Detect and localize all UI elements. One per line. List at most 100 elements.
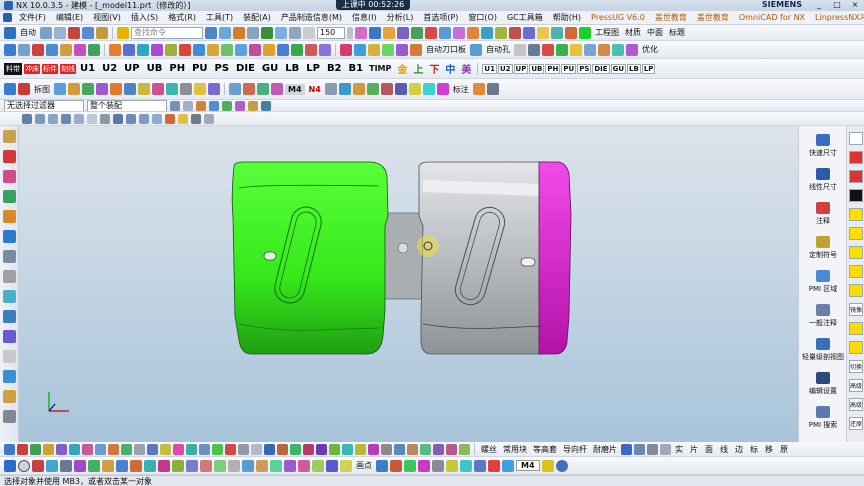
unite-icon[interactable] — [509, 26, 521, 39]
trimetric-icon[interactable] — [113, 113, 123, 124]
trim-tool-icon[interactable] — [69, 443, 80, 455]
selection-mode-0[interactable]: 实 — [673, 444, 685, 455]
undo-icon[interactable] — [40, 26, 52, 39]
centerline-icon[interactable] — [270, 459, 282, 472]
pmi-item-7[interactable]: 编辑设置 — [799, 372, 847, 396]
dropdown-icon[interactable] — [347, 26, 353, 39]
split-icon[interactable] — [18, 83, 30, 95]
array-icon[interactable] — [326, 459, 338, 472]
snap-endpoint-icon[interactable] — [196, 100, 206, 111]
die-set-icon[interactable] — [264, 443, 275, 455]
plate-code-button-3[interactable]: UB — [145, 63, 165, 74]
balloon-icon[interactable] — [194, 83, 206, 95]
pmi-item-5[interactable]: 一般注释 — [799, 304, 847, 328]
revolve-icon[interactable] — [383, 26, 395, 39]
loft-icon[interactable] — [277, 43, 289, 56]
grid-view-icon[interactable] — [621, 443, 632, 455]
pmi-item-8[interactable]: PMI 搜索 — [799, 406, 847, 430]
selection-mode-1[interactable]: 片 — [688, 444, 700, 455]
green-part-body[interactable] — [231, 161, 389, 355]
die-icon[interactable] — [354, 43, 366, 56]
assembly-icon[interactable] — [4, 83, 16, 95]
reuse-library-icon[interactable] — [3, 190, 16, 203]
warning-triangle-icon[interactable] — [541, 459, 554, 472]
arc-draw-icon[interactable] — [46, 459, 58, 472]
gear-icon[interactable] — [528, 43, 540, 56]
scale-tool-icon[interactable] — [108, 443, 119, 455]
view-icon[interactable] — [54, 83, 66, 95]
optimize-button[interactable]: 优化 — [640, 44, 660, 55]
selection-mode-7[interactable]: 原 — [778, 444, 790, 455]
filter-icon[interactable] — [219, 26, 231, 39]
select-icon[interactable] — [205, 26, 217, 39]
plate-icon[interactable] — [396, 43, 408, 56]
stripper-plate-icon[interactable] — [433, 443, 444, 455]
trim-draw-icon[interactable] — [158, 459, 170, 472]
engineering-drawing-button[interactable]: 工程图 — [593, 27, 621, 38]
rotate-tool-icon[interactable] — [121, 443, 132, 455]
spline-tool-icon[interactable] — [17, 443, 28, 455]
die-quick-button-0[interactable]: 金 — [395, 61, 409, 76]
chamfer-icon[interactable] — [425, 26, 437, 39]
polygon-icon[interactable] — [102, 459, 114, 472]
subtract-icon[interactable] — [523, 26, 535, 39]
patch-icon[interactable] — [291, 43, 303, 56]
close-button[interactable]: × — [846, 0, 864, 9]
menu-icon[interactable] — [4, 26, 16, 39]
bridge-hole[interactable] — [397, 242, 409, 254]
material-button[interactable]: 材质 — [623, 27, 643, 38]
plate-code-button-0[interactable]: U1 — [78, 63, 97, 74]
chamfer-draw-icon[interactable] — [144, 459, 156, 472]
plate-code-small-10[interactable]: LP — [641, 63, 656, 74]
stopper-icon[interactable] — [408, 83, 421, 95]
delete-tool-icon[interactable] — [225, 443, 236, 455]
maximize-button[interactable]: □ — [828, 0, 846, 9]
front-view-icon[interactable] — [139, 113, 149, 124]
cube-icon[interactable] — [275, 26, 287, 39]
wireframe-icon[interactable] — [87, 113, 97, 124]
snap-icon[interactable] — [233, 26, 245, 39]
spring-set-icon[interactable] — [316, 443, 327, 455]
lock-icon[interactable] — [432, 459, 444, 472]
quick-access-item-6[interactable] — [849, 246, 863, 259]
timp-button[interactable]: TIMP — [367, 64, 393, 73]
rotate-icon[interactable] — [61, 113, 71, 124]
render-icon[interactable] — [303, 26, 315, 39]
selection-mode-6[interactable]: 移 — [763, 444, 775, 455]
plate-code-small-0[interactable]: U1 — [482, 63, 497, 74]
lifter-icon[interactable] — [422, 83, 435, 95]
offset-curve-icon[interactable] — [123, 43, 135, 56]
web-browser-icon[interactable] — [3, 230, 16, 243]
point-table-icon[interactable] — [257, 83, 269, 95]
draw-point-button[interactable]: 画点 — [354, 460, 374, 471]
export-view-icon[interactable] — [96, 83, 108, 95]
menu-item-7[interactable]: 产品制造信息(M) — [276, 12, 347, 23]
menu-item-9[interactable]: 分析(L) — [382, 12, 419, 23]
bom-icon[interactable] — [612, 43, 624, 56]
special-icon[interactable] — [446, 459, 458, 472]
strip-label[interactable]: 料带 — [4, 62, 22, 75]
history-icon[interactable] — [3, 250, 16, 263]
auto-button[interactable]: 自动 — [18, 27, 38, 38]
annotate-button[interactable]: 标注 — [451, 84, 471, 95]
punch-icon[interactable] — [368, 43, 380, 56]
plate-code-small-7[interactable]: DIE — [592, 63, 610, 74]
circle-icon[interactable] — [46, 43, 58, 56]
tag-icon[interactable] — [472, 83, 485, 95]
split-drawing-button[interactable]: 拆图 — [32, 84, 52, 95]
intersect-curve-icon[interactable] — [151, 43, 163, 56]
copy-icon[interactable] — [82, 26, 94, 39]
warning-icon[interactable] — [570, 43, 582, 56]
snap-quadrant-icon[interactable] — [235, 100, 245, 111]
offset-draw-icon[interactable] — [116, 459, 128, 472]
thread-size-select[interactable]: M4 — [516, 460, 540, 471]
screw-button[interactable]: 螺丝 — [479, 444, 499, 455]
join-icon[interactable] — [179, 43, 191, 56]
plate-code-small-8[interactable]: GU — [610, 63, 627, 74]
hd3d-tools-icon[interactable] — [3, 210, 16, 223]
offset-icon[interactable] — [467, 26, 479, 39]
selection-mode-5[interactable]: 标 — [748, 444, 760, 455]
quick-access-item-13[interactable]: 高级 — [849, 379, 863, 392]
tree-view-icon[interactable] — [634, 443, 645, 455]
pmi-item-2[interactable]: 注释 — [799, 202, 847, 226]
